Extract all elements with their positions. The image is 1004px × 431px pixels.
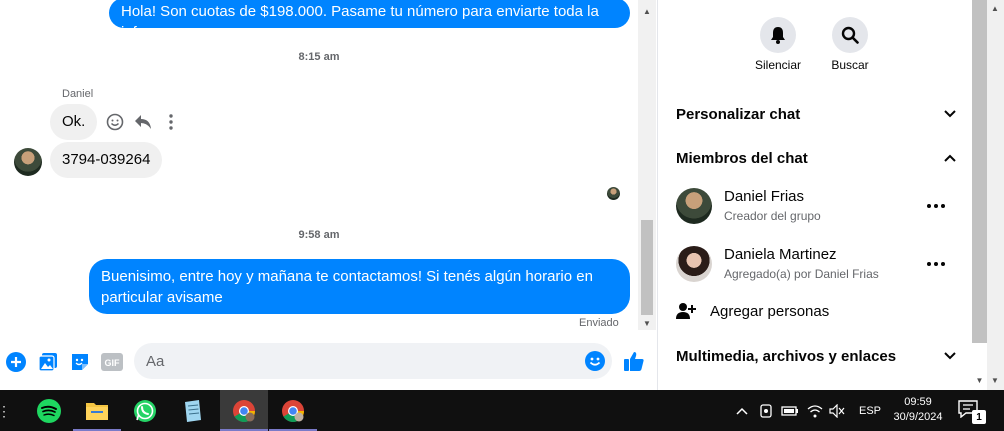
delivery-status: Enviado [579,317,619,329]
panel-scrollbar[interactable]: ▼ [972,0,987,390]
taskbar-app-chrome-2[interactable] [269,390,317,431]
chevron-up-icon [942,150,958,166]
member-name: Daniela Martinez [724,246,837,263]
message-incoming[interactable]: Ok. [50,104,98,140]
more-options-icon[interactable] [160,111,182,133]
message-text: Ok. [62,113,86,130]
clock-time: 09:59 [904,396,932,408]
message-text: 3794-039264 [62,151,151,168]
scroll-up-arrow[interactable]: ▲ [642,6,652,16]
media-files-links-section[interactable]: Multimedia, archivos y enlaces [676,340,958,372]
scroll-down-arrow[interactable]: ▼ [991,376,999,385]
emoji-icon[interactable] [585,351,605,371]
chrome-icon [233,399,255,422]
svg-text:GIF: GIF [105,358,121,368]
message-input-box[interactable] [134,343,612,379]
message-input[interactable] [134,343,564,379]
chat-info-panel: Silenciar Buscar Personalizar chat Miemb… [657,0,972,390]
add-people-label: Agregar personas [710,302,830,320]
notification-badge: 1 [972,410,986,424]
member-name: Daniel Frias [724,188,805,205]
member-avatar [676,188,712,224]
photo-icon[interactable] [37,351,59,373]
scroll-up-arrow[interactable]: ▲ [991,4,999,13]
spotify-icon [37,398,61,423]
add-people-button[interactable]: Agregar personas [676,299,829,323]
file-explorer-icon [86,402,108,420]
more-horizontal-icon[interactable] [926,196,946,216]
section-title: Multimedia, archivos y enlaces [676,347,897,365]
scroll-down-arrow[interactable]: ▼ [642,318,652,328]
message-composer: GIF [0,333,656,390]
message-incoming[interactable]: 3794-039264 [50,142,163,178]
sender-name: Daniel [62,88,94,100]
message-timestamp: 8:15 am [298,51,340,63]
clock-date: 30/9/2024 [893,411,943,423]
windows-taskbar: ⋮ ESP 09:59 30/9/2024 1 [0,390,1004,431]
member-row[interactable]: Daniel Frias Creador del grupo [676,186,958,230]
sender-avatar[interactable] [14,148,42,176]
chrome-icon [282,399,304,422]
message-text: Hola! Son cuotas de $198.000. Pasame tu … [121,3,599,41]
scroll-thumb[interactable] [641,220,653,315]
add-person-icon [676,303,696,319]
reply-icon[interactable] [132,111,154,133]
section-title: Personalizar chat [676,105,801,123]
taskbar-app-file-explorer[interactable] [73,390,121,431]
notepad-icon [185,399,201,422]
taskbar-app-spotify[interactable] [25,390,73,431]
read-receipt-avatar [607,187,620,200]
member-role: Agregado(a) por Daniel Frias [724,267,879,281]
wifi-icon[interactable] [806,402,824,420]
meet-now-icon[interactable] [757,402,775,420]
message-outgoing[interactable]: Buenisimo, entre hoy y mañana te contact… [89,259,630,314]
chat-scrollbar[interactable]: ▲ ▼ [638,0,656,330]
chevron-down-icon [942,106,958,122]
battery-icon[interactable] [781,402,799,420]
section-title: Miembros del chat [676,149,808,167]
bell-icon [771,27,785,44]
language-indicator[interactable]: ESP [859,405,881,417]
scroll-down-arrow[interactable]: ▼ [975,376,984,385]
chevron-down-icon [942,348,958,364]
task-view-icon[interactable]: ⋮ [0,402,11,420]
member-role: Creador del grupo [724,209,821,223]
mute-button[interactable] [760,17,796,53]
search-label: Buscar [831,58,869,72]
taskbar-app-whatsapp[interactable] [121,390,169,431]
member-row[interactable]: Daniela Martinez Agregado(a) por Daniel … [676,244,958,288]
gif-icon[interactable]: GIF [101,351,123,373]
sticker-icon[interactable] [69,351,91,373]
chevron-up-icon[interactable] [733,402,751,420]
customize-chat-section[interactable]: Personalizar chat [676,98,958,130]
more-horizontal-icon[interactable] [926,254,946,274]
mute-label: Silenciar [754,58,802,72]
like-icon[interactable] [622,349,646,373]
plus-icon[interactable] [5,351,27,373]
taskbar-app-notepad[interactable] [169,390,217,431]
volume-muted-icon[interactable] [828,402,846,420]
screen: Hola! Son cuotas de $198.000. Pasame tu … [0,0,1004,431]
whatsapp-icon [134,399,156,422]
scroll-thumb[interactable] [972,0,987,343]
search-icon [841,26,859,44]
message-text: Buenisimo, entre hoy y mañana te contact… [101,268,593,306]
taskbar-app-chrome[interactable] [220,390,268,431]
chat-thread: Hola! Son cuotas de $198.000. Pasame tu … [0,0,656,390]
search-button[interactable] [832,17,868,53]
page-scrollbar[interactable]: ▲ ▼ [987,0,1004,390]
chat-members-section[interactable]: Miembros del chat [676,142,958,174]
message-outgoing[interactable]: Hola! Son cuotas de $198.000. Pasame tu … [109,0,630,41]
react-emoji-icon[interactable] [104,111,126,133]
system-clock[interactable]: 09:59 30/9/2024 [888,395,948,425]
member-avatar [676,246,712,282]
message-timestamp: 9:58 am [298,229,340,241]
